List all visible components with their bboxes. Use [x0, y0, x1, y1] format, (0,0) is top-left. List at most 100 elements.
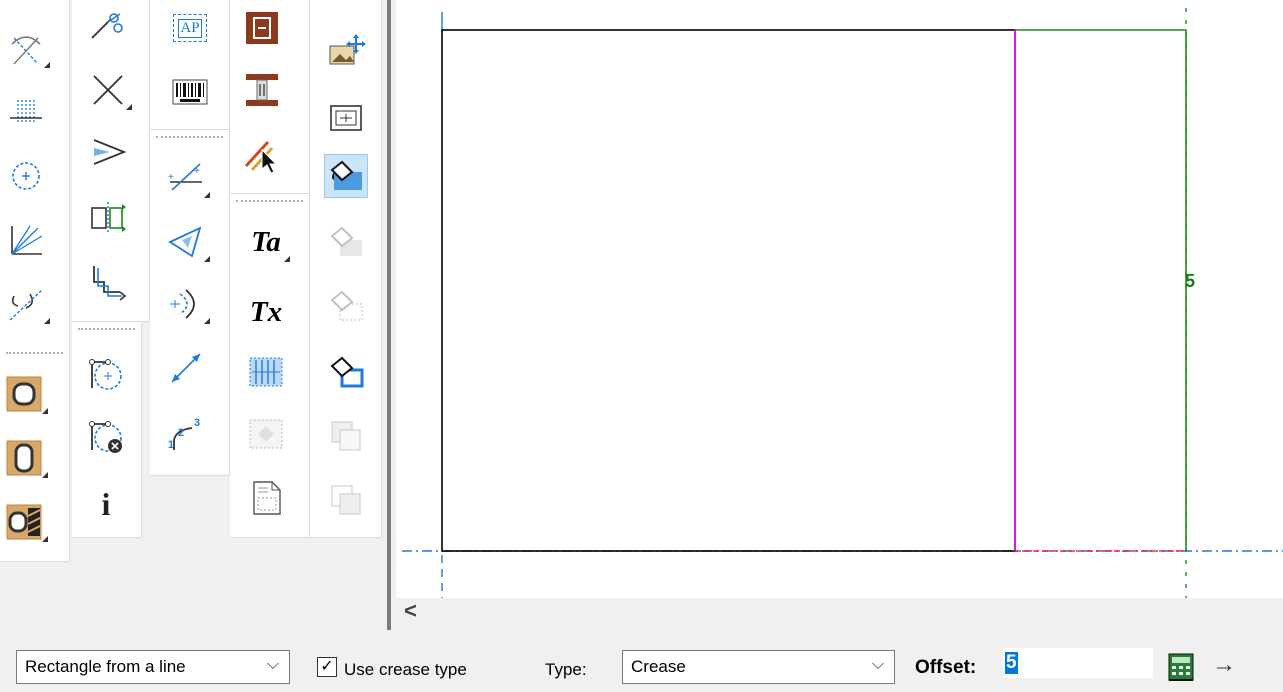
grid-line-icon [10, 100, 42, 124]
ap-text-button[interactable]: AP [168, 6, 212, 50]
text-tx-icon: Tx [249, 295, 283, 328]
toolbar-separator [6, 352, 63, 354]
tangent-line-button[interactable]: + + [164, 156, 210, 200]
chevron-arrow-button[interactable] [86, 130, 130, 174]
move-image-button[interactable] [324, 30, 368, 74]
fillet-tool-button[interactable] [4, 282, 50, 326]
chevron-down-icon: ⌵ [871, 656, 884, 673]
box-panel-icon [246, 12, 278, 44]
finish-hatched-icon [6, 504, 42, 540]
ap-text-icon: AP [173, 14, 207, 42]
text-ta-button[interactable]: Ta [244, 220, 290, 264]
drawing-canvas[interactable]: 5 [396, 0, 1283, 598]
arc-offset-button[interactable] [164, 282, 210, 326]
circle-delete-button[interactable] [84, 414, 128, 458]
info-button[interactable]: i [84, 482, 128, 526]
move-image-icon [329, 34, 366, 65]
apply-button[interactable]: → [1204, 648, 1244, 682]
dimension-line-button[interactable] [164, 346, 208, 390]
layer-copy-button[interactable] [324, 414, 368, 458]
mode-select[interactable]: Rectangle from a line ⌵ [16, 650, 290, 684]
arc-offset-icon [170, 289, 195, 319]
fillet-tool-icon [9, 289, 43, 321]
document-icon [253, 481, 281, 515]
layer-copy-icon [331, 421, 361, 451]
mirror-split-button[interactable] [86, 196, 130, 240]
arrow-right-icon: → [1212, 651, 1236, 678]
use-crease-label[interactable]: Use crease type [344, 660, 467, 680]
circle-center-icon [12, 162, 40, 190]
radial-lines-icon [11, 225, 43, 255]
hatch-fill-button[interactable] [244, 350, 288, 394]
scroll-left-arrow-icon[interactable]: < [404, 598, 417, 624]
text-tx-button[interactable]: Tx [244, 290, 288, 334]
circle-through-points-button[interactable] [84, 352, 128, 396]
tangent-line-icon: ++ [168, 163, 202, 191]
dotted-fill-button[interactable] [244, 412, 288, 456]
paint-bucket-shadow-icon [330, 226, 362, 256]
calculator-button[interactable] [1166, 652, 1196, 682]
panel-splitter[interactable] [383, 0, 395, 640]
toolbar-separator [78, 328, 135, 330]
mode-select-value: Rectangle from a line [25, 657, 186, 676]
paint-bucket-frame-button[interactable] [324, 284, 368, 328]
info-icon: i [101, 485, 111, 522]
finish-tall-button[interactable] [2, 436, 48, 480]
offset-value: 5 [1005, 652, 1018, 674]
i-beam-clip-icon [246, 74, 278, 106]
layer-stack-button[interactable] [324, 478, 368, 522]
select-pointer-button[interactable] [240, 134, 284, 178]
cross-delete-button[interactable] [86, 68, 132, 112]
toolbar-column-4b: Ta Tx [230, 194, 310, 538]
splitter-bar [387, 0, 391, 630]
finish-round-button[interactable] [2, 372, 48, 416]
type-select-value: Crease [631, 657, 686, 676]
panel-rectangle[interactable] [441, 29, 1016, 552]
grid-line-button[interactable] [4, 90, 48, 134]
box-panel-button[interactable] [240, 6, 284, 50]
document-button[interactable] [244, 476, 288, 520]
circle-through-points-icon [89, 359, 122, 390]
horizontal-scrollbar[interactable]: < [396, 598, 1283, 628]
angle-triangle-button[interactable] [164, 220, 210, 264]
numbered-path-button[interactable]: 1 2 3 [164, 412, 208, 456]
arc-tool-button[interactable] [4, 26, 50, 70]
angle-triangle-icon [168, 226, 202, 258]
type-select[interactable]: Crease ⌵ [622, 650, 895, 684]
offset-input[interactable]: 5 [1003, 648, 1153, 678]
hatch-fill-icon [249, 357, 283, 387]
paint-bucket-shadow-button[interactable] [324, 220, 368, 264]
step-path-button[interactable] [86, 260, 130, 304]
toolbar-column-3b: + + 1 2 3 [150, 130, 230, 476]
calculator-icon [1168, 653, 1194, 681]
toolbar-separator [156, 136, 223, 138]
barcode-icon [172, 79, 208, 105]
paint-bucket-button[interactable] [324, 154, 368, 198]
barcode-button[interactable] [168, 70, 212, 114]
type-label: Type: [545, 660, 587, 679]
finish-hatched-button[interactable] [2, 500, 48, 544]
i-beam-clip-button[interactable] [240, 68, 284, 112]
use-crease-checkbox[interactable]: ✓ [317, 657, 337, 677]
cross-delete-icon [93, 75, 123, 105]
finish-round-icon [6, 376, 42, 412]
circle-center-button[interactable] [4, 154, 48, 198]
offset-rectangle[interactable] [1015, 29, 1187, 551]
dimension-line-icon [171, 353, 201, 383]
scissors-trim-button[interactable] [86, 4, 130, 48]
toolbar-column-2a [72, 0, 150, 322]
paint-bucket-blue-button[interactable] [324, 350, 368, 394]
step-path-icon [93, 266, 127, 301]
svg-text:3: 3 [194, 417, 200, 429]
layer-stack-icon [331, 485, 361, 515]
select-pointer-icon [244, 140, 278, 174]
options-bar: Rectangle from a line ⌵ ✓ Use crease typ… [0, 640, 1283, 692]
dimension-label: 5 [1185, 271, 1195, 291]
text-ta-icon: Ta [251, 225, 281, 258]
frame-image-icon [330, 105, 362, 131]
frame-image-button[interactable] [324, 96, 368, 140]
numbered-path-icon: 1 2 3 [168, 417, 200, 451]
chevron-down-icon: ⌵ [266, 656, 279, 673]
checkmark-icon: ✓ [320, 658, 334, 675]
radial-lines-button[interactable] [4, 218, 48, 262]
